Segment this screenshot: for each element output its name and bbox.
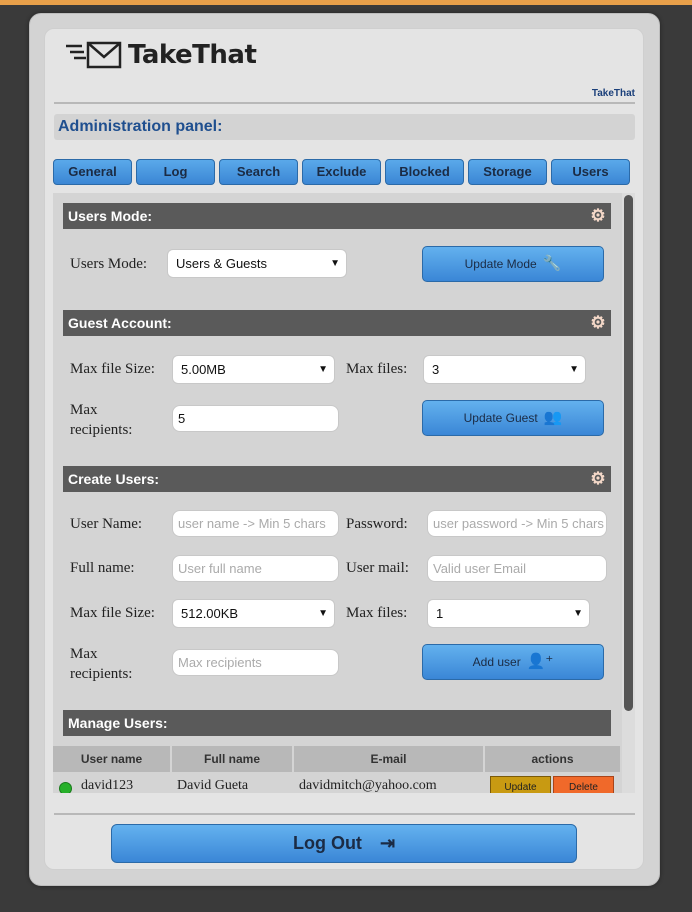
label-line-2: recipients: [70, 666, 133, 682]
create-users-header: Create Users: ⚙ [63, 466, 611, 492]
update-guest-label: Update Guest [463, 411, 538, 425]
users-group-icon: 👥 [543, 409, 563, 426]
user-max-recipients-label: Max recipients: [70, 644, 132, 684]
row-user-name: david123 [81, 778, 134, 793]
brand-link[interactable]: TakeThat [592, 88, 635, 99]
dropdown-arrow-icon: ▼ [573, 608, 583, 619]
user-max-file-size-select[interactable]: 512.00KB ▼ [172, 599, 335, 628]
tab-storage[interactable]: Storage [468, 159, 547, 185]
label-line-2: recipients: [70, 422, 133, 438]
users-table-header: User name Full name E-mail actions [53, 746, 620, 772]
users-mode-label: Users Mode: [70, 256, 148, 272]
wrench-icon: 🔧 [542, 255, 562, 272]
user-max-files-value: 1 [436, 606, 444, 621]
user-name-input[interactable]: user name -> Min 5 chars [172, 510, 339, 537]
password-label: Password: [346, 516, 408, 532]
section-title: Create Users: [68, 471, 160, 487]
col-actions: actions [485, 746, 620, 772]
users-mode-header: Users Mode: ⚙ [63, 203, 611, 229]
label-line-1: Max [70, 646, 98, 662]
top-accent-bar [0, 0, 692, 5]
dropdown-arrow-icon: ▼ [318, 608, 328, 619]
password-input[interactable]: user password -> Min 5 chars [427, 510, 607, 537]
col-user-name: User name [53, 746, 170, 772]
gear-icon[interactable]: ⚙ [589, 314, 607, 332]
user-name-label: User Name: [70, 516, 143, 532]
guest-max-files-value: 3 [432, 362, 440, 377]
manage-users-header: Manage Users: [63, 710, 611, 736]
delete-row-button[interactable]: Delete [553, 776, 614, 793]
add-user-label: Add user [472, 655, 521, 669]
user-max-file-size-value: 512.00KB [181, 606, 239, 621]
full-name-input[interactable]: User full name [172, 555, 339, 582]
tab-general[interactable]: General [53, 159, 132, 185]
section-title: Manage Users: [68, 715, 168, 731]
dropdown-arrow-icon: ▼ [330, 258, 340, 269]
divider [54, 102, 635, 104]
users-mode-select[interactable]: Users & Guests ▼ [167, 249, 347, 278]
section-title: Users Mode: [68, 208, 153, 224]
section-title: Guest Account: [68, 315, 172, 331]
gear-icon[interactable]: ⚙ [589, 470, 607, 488]
guest-max-file-size-value: 5.00MB [181, 362, 226, 377]
logo-text: TakeThat [128, 40, 257, 70]
user-max-files-select[interactable]: 1 ▼ [427, 599, 590, 628]
status-online-icon [59, 782, 72, 793]
gear-icon[interactable]: ⚙ [589, 207, 607, 225]
logout-button[interactable]: Log Out ⇥ [111, 824, 577, 863]
dropdown-arrow-icon: ▼ [569, 364, 579, 375]
vertical-scrollbar[interactable] [622, 193, 635, 793]
scrollbar-thumb[interactable] [624, 195, 633, 711]
update-row-button[interactable]: Update [490, 776, 551, 793]
user-mail-input[interactable]: Valid user Email [427, 555, 607, 582]
guest-max-file-size-select[interactable]: 5.00MB ▼ [172, 355, 335, 384]
users-mode-value: Users & Guests [176, 256, 268, 271]
guest-max-recipients-label: Max recipients: [70, 400, 132, 440]
user-max-files-label: Max files: [346, 605, 408, 621]
tab-users[interactable]: Users [551, 159, 630, 185]
mail-logo-icon [66, 41, 122, 69]
guest-account-header: Guest Account: ⚙ [63, 310, 611, 336]
logout-label: Log Out [292, 833, 362, 853]
row-email: davidmitch@yahoo.com [299, 778, 437, 793]
tab-exclude[interactable]: Exclude [302, 159, 381, 185]
col-email: E-mail [294, 746, 483, 772]
update-guest-button[interactable]: Update Guest 👥 [422, 400, 604, 436]
divider [54, 813, 635, 815]
guest-max-file-size-label: Max file Size: [70, 361, 155, 377]
add-user-button[interactable]: Add user 👤⁺ [422, 644, 604, 680]
user-mail-label: User mail: [346, 560, 409, 576]
tab-blocked[interactable]: Blocked [385, 159, 464, 185]
tab-log[interactable]: Log [136, 159, 215, 185]
guest-max-files-select[interactable]: 3 ▼ [423, 355, 586, 384]
dropdown-arrow-icon: ▼ [318, 364, 328, 375]
guest-max-recipients-input[interactable]: 5 [172, 405, 339, 432]
user-max-file-size-label: Max file Size: [70, 605, 155, 621]
row-full-name: David Gueta [177, 778, 249, 793]
user-max-recipients-input[interactable]: Max recipients [172, 649, 339, 676]
label-line-1: Max [70, 402, 98, 418]
full-name-label: Full name: [70, 560, 135, 576]
col-full-name: Full name [172, 746, 292, 772]
guest-max-files-label: Max files: [346, 361, 408, 377]
tab-search[interactable]: Search [219, 159, 298, 185]
app-logo: TakeThat [64, 38, 257, 72]
update-mode-button[interactable]: Update Mode 🔧 [422, 246, 604, 282]
table-row: david123 David Gueta davidmitch@yahoo.co… [53, 774, 635, 793]
tab-bar: General Log Search Exclude Blocked Stora… [53, 159, 630, 185]
update-mode-label: Update Mode [464, 257, 537, 271]
add-user-icon: 👤⁺ [526, 653, 554, 670]
logout-icon: ⇥ [379, 833, 396, 853]
users-tab-content: Users Mode: ⚙ Users Mode: Users & Guests… [53, 193, 635, 793]
page-title: Administration panel: [54, 114, 635, 140]
